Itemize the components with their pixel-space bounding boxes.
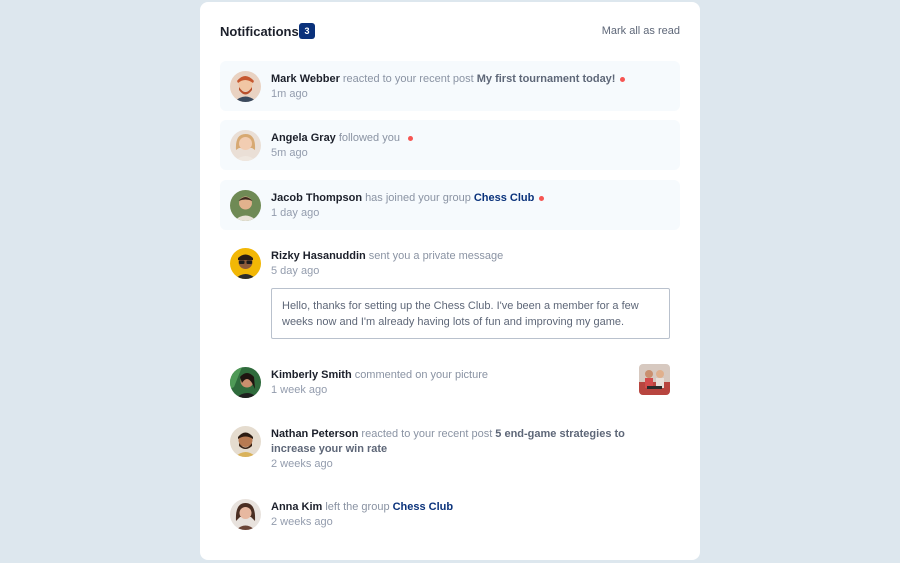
notification-item[interactable]: Jacob Thompson has joined your group Chess…: [220, 180, 680, 230]
user-name-link[interactable]: Mark Webber: [271, 73, 340, 85]
unread-dot: [620, 76, 626, 82]
notification-action: sent you a private message: [368, 250, 504, 262]
timestamp: 1 week ago: [271, 384, 328, 396]
notification-text: Kimberly Smith commented on your picture …: [271, 368, 666, 398]
user-name-link[interactable]: Rizky Hasanuddin: [271, 250, 366, 262]
notification-action: reacted to your recent post: [361, 428, 493, 440]
notification-action: has joined your group: [365, 192, 471, 204]
notification-item[interactable]: Nathan Peterson reacted to your recent po…: [220, 416, 680, 480]
avatar[interactable]: [230, 71, 261, 102]
avatar[interactable]: [230, 248, 261, 279]
notification-action: reacted to your recent post: [342, 73, 474, 85]
chess-picture-thumbnail[interactable]: [639, 364, 670, 395]
page-title: Notifications: [220, 24, 299, 39]
notification-item[interactable]: Angela Gray followed you 5m ago: [220, 120, 680, 170]
notification-text: Anna Kim left the group Chess Club 2 weeks…: [271, 500, 666, 530]
avatar[interactable]: [230, 367, 261, 398]
unread-count-badge: 3: [299, 23, 315, 39]
avatar[interactable]: [230, 499, 261, 530]
notification-text: Jacob Thompson has joined your group Chess…: [271, 191, 666, 221]
notifications-header: Notifications 3 Mark all as read: [220, 2, 680, 60]
timestamp: 5 day ago: [271, 265, 320, 277]
user-name-link[interactable]: Kimberly Smith: [271, 369, 352, 381]
user-name-link[interactable]: Jacob Thompson: [271, 192, 362, 204]
avatar[interactable]: [230, 426, 261, 457]
post-link[interactable]: My first tournament today!: [477, 73, 616, 85]
unread-dot: [407, 135, 413, 141]
avatar[interactable]: [230, 130, 261, 161]
group-link[interactable]: Chess Club: [474, 192, 535, 204]
avatar[interactable]: [230, 190, 261, 221]
notification-item[interactable]: Kimberly Smith commented on your picture …: [220, 357, 680, 407]
timestamp: 1m ago: [271, 88, 308, 100]
notification-text: Mark Webber reacted to your recent post My…: [271, 72, 666, 102]
mark-all-read-button[interactable]: Mark all as read: [602, 25, 680, 37]
timestamp: 2 weeks ago: [271, 516, 333, 528]
notification-action: commented on your picture: [354, 369, 488, 381]
user-name-link[interactable]: Nathan Peterson: [271, 428, 358, 440]
private-message-preview[interactable]: Hello, thanks for setting up the Chess C…: [271, 288, 670, 339]
unread-dot: [539, 195, 545, 201]
user-name-link[interactable]: Anna Kim: [271, 501, 322, 513]
group-link[interactable]: Chess Club: [393, 501, 454, 513]
notification-text: Rizky Hasanuddin sent you a private messa…: [271, 249, 666, 279]
notification-item[interactable]: Anna Kim left the group Chess Club 2 weeks…: [220, 489, 680, 539]
user-name-link[interactable]: Angela Gray: [271, 132, 336, 144]
timestamp: 1 day ago: [271, 207, 320, 219]
notification-text: Nathan Peterson reacted to your recent po…: [271, 427, 666, 472]
notification-item[interactable]: Mark Webber reacted to your recent post My…: [220, 61, 680, 111]
timestamp: 5m ago: [271, 147, 308, 159]
notification-action: left the group: [325, 501, 390, 513]
notification-action: followed you: [338, 132, 400, 144]
timestamp: 2 weeks ago: [271, 458, 333, 470]
notification-text: Angela Gray followed you 5m ago: [271, 131, 666, 161]
